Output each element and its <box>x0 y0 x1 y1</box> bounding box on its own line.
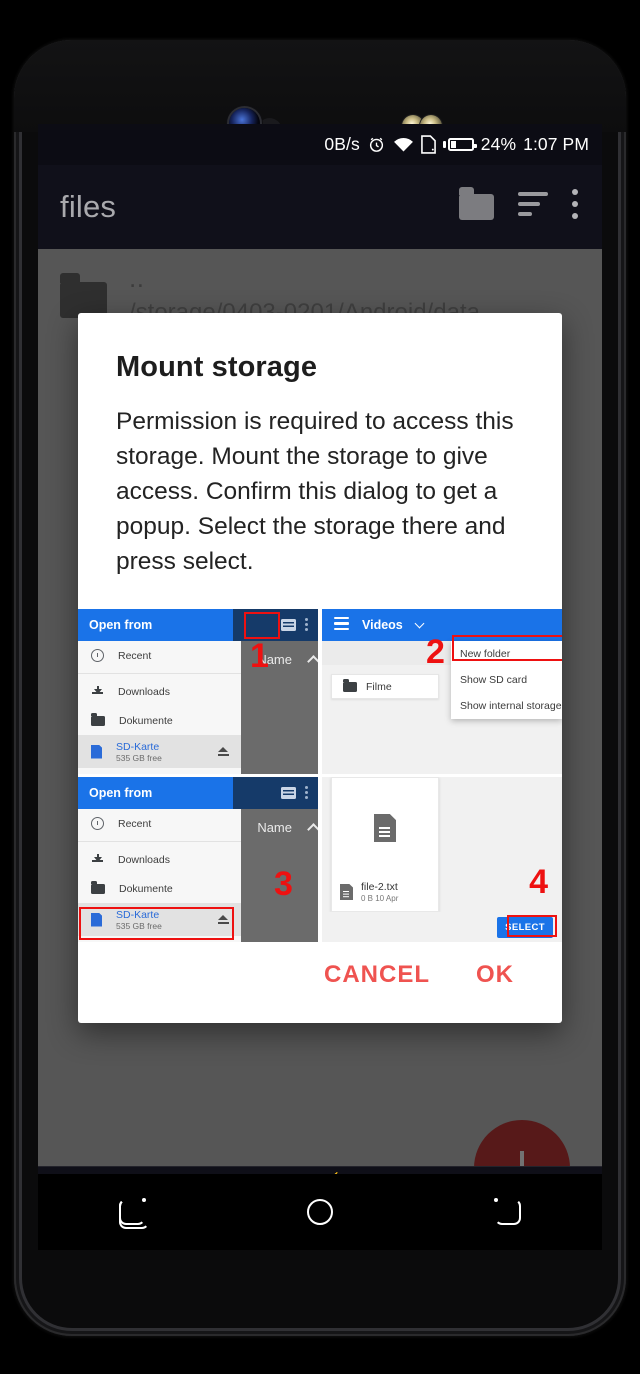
step-number-3: 3 <box>274 865 293 903</box>
picker-header: Videos <box>362 618 403 632</box>
picker-header: Open from <box>89 618 153 632</box>
divider <box>78 841 242 842</box>
column-header-name[interactable]: Name <box>257 820 292 835</box>
document-icon <box>340 884 353 900</box>
phone-top-bezel <box>14 40 626 132</box>
picker-row-label: Recent <box>118 817 152 830</box>
picker-row-label: Dokumente <box>119 714 173 727</box>
network-speed: 0B/s <box>324 134 360 154</box>
more-vertical-icon[interactable] <box>305 617 308 633</box>
clock: 1:07 PM <box>523 134 589 154</box>
file-card[interactable]: file-2.txt 0 B 10 Apr <box>331 777 439 912</box>
instruction-image-grid: Open from 1 Recent Downloads Dokumente S… <box>78 609 562 942</box>
highlight-box-step-1 <box>244 612 280 639</box>
document-icon <box>374 814 396 842</box>
folder-icon <box>91 880 105 894</box>
folder-card-filme[interactable]: Filme <box>331 674 439 699</box>
recents-icon[interactable] <box>118 1198 149 1229</box>
highlight-box-step-2 <box>452 635 562 661</box>
guide-panel-step-2: Videos Filme New folder Show SD card Sho… <box>322 609 562 774</box>
ok-button[interactable]: OK <box>476 961 514 989</box>
guide-panel-step-1: Open from 1 Recent Downloads Dokumente S… <box>78 609 318 774</box>
download-icon <box>91 686 104 695</box>
grid-view-toggle-icon[interactable] <box>281 619 296 631</box>
menu-item-show-internal-storage[interactable]: Show internal storage <box>451 693 562 719</box>
overflow-menu-button[interactable] <box>572 189 580 225</box>
back-icon[interactable] <box>494 1198 521 1225</box>
grid-view-toggle-icon[interactable] <box>281 787 296 799</box>
phone-screen: 0B/s 24% 1:07 PM files .. /storage/0403-… <box>38 124 602 1250</box>
step-number-4: 4 <box>529 863 548 901</box>
picker-row-sdcard[interactable]: SD-Karte 535 GB free <box>78 735 242 768</box>
guide-panel-step-4: file-2.txt 0 B 10 Apr SELECT 4 <box>322 777 562 942</box>
step-number-2: 2 <box>426 633 445 671</box>
no-sim-icon <box>420 135 436 154</box>
alarm-icon <box>367 135 386 154</box>
folder-icon <box>343 678 357 692</box>
chevron-up-icon <box>307 822 318 836</box>
divider <box>78 673 242 674</box>
dialog-message: Permission is required to access this st… <box>116 408 514 575</box>
file-name: file-2.txt <box>361 881 398 893</box>
dialog-actions: CANCEL OK <box>78 961 562 1023</box>
picker-row-dokumente[interactable]: Dokumente <box>78 706 241 735</box>
picker-row-sublabel: 535 GB free <box>116 752 162 763</box>
picker-header: Open from <box>89 786 153 800</box>
highlight-box-step-4 <box>507 915 557 937</box>
battery-percent: 24% <box>480 134 517 154</box>
sort-button[interactable] <box>518 192 548 222</box>
picker-row-label: Downloads <box>118 685 170 698</box>
home-icon[interactable] <box>307 1199 333 1225</box>
picker-row-downloads[interactable]: Downloads <box>78 845 241 874</box>
picker-row-recent[interactable]: Recent <box>78 809 241 838</box>
sort-icon <box>518 192 548 222</box>
app-bar: files <box>38 165 602 249</box>
eject-icon[interactable] <box>218 747 230 756</box>
picker-row-dokumente[interactable]: Dokumente <box>78 874 241 903</box>
mount-storage-dialog: Mount storage Permission is required to … <box>78 313 562 1023</box>
page-title: files <box>60 189 117 224</box>
picker-row-label: SD-Karte <box>116 740 160 753</box>
more-vertical-icon[interactable] <box>305 785 308 801</box>
new-folder-button[interactable] <box>459 187 494 220</box>
cancel-button[interactable]: CANCEL <box>324 961 430 989</box>
wifi-icon <box>393 136 414 154</box>
file-meta: 0 B 10 Apr <box>361 894 399 903</box>
chevron-down-icon[interactable] <box>414 618 425 629</box>
battery-icon <box>442 138 477 151</box>
picker-row-label: Recent <box>118 649 152 662</box>
step-number-1: 1 <box>250 637 269 675</box>
clock-icon <box>91 817 104 830</box>
hamburger-icon[interactable] <box>334 617 349 633</box>
folder-card-label: Filme <box>366 680 392 693</box>
dialog-title: Mount storage <box>116 351 318 383</box>
system-navigation-bar <box>38 1174 602 1250</box>
picker-row-recent[interactable]: Recent <box>78 641 241 670</box>
folder-icon <box>459 187 494 220</box>
chevron-up-icon <box>307 654 318 668</box>
download-icon <box>91 854 104 863</box>
highlight-box-step-3 <box>79 907 234 940</box>
folder-icon <box>91 712 105 726</box>
picker-row-label: Downloads <box>118 853 170 866</box>
clock-icon <box>91 649 104 662</box>
menu-item-show-sd-card[interactable]: Show SD card <box>451 667 562 693</box>
picker-row-downloads[interactable]: Downloads <box>78 677 241 706</box>
more-vertical-icon <box>572 189 580 225</box>
sdcard-icon <box>91 744 102 759</box>
picker-row-label: Dokumente <box>119 882 173 895</box>
status-bar: 0B/s 24% 1:07 PM <box>38 124 602 165</box>
guide-panel-step-3: Open from Recent Downloads Dokumente SD-… <box>78 777 318 942</box>
